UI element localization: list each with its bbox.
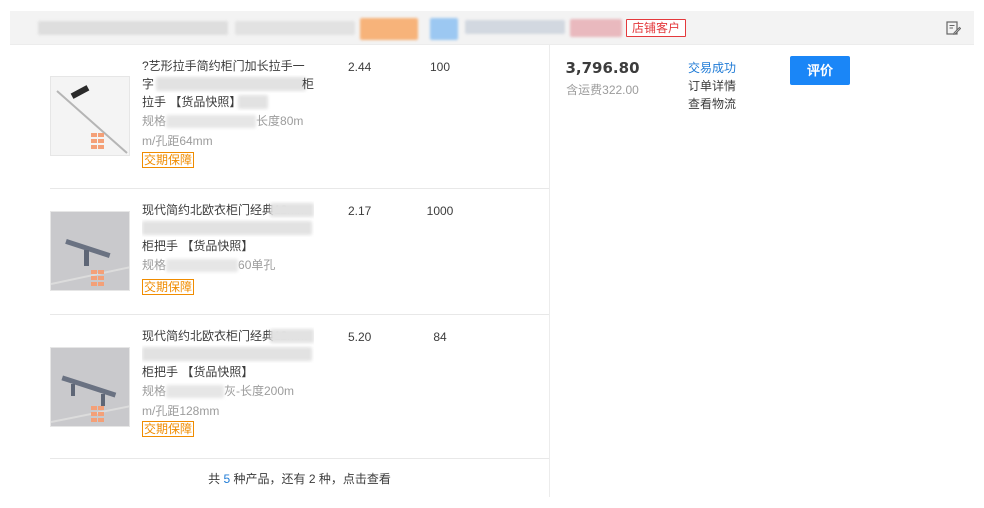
- blurred-shop-name: [570, 19, 622, 37]
- product-image[interactable]: [50, 211, 130, 291]
- blurred-order-info: [360, 18, 418, 40]
- blurred-shop-name: [430, 18, 458, 40]
- delivery-guarantee-badge: 交期保障: [142, 279, 195, 295]
- customer-badge: 店铺客户: [626, 19, 687, 37]
- shipping-fee: 含运费322.00: [566, 83, 639, 97]
- blurred-order-info: [235, 21, 355, 35]
- product-handle-image: [51, 348, 129, 426]
- product-title[interactable]: 现代简约北欧衣柜门经典12mm 柜把手 【货品快照】: [142, 327, 314, 381]
- unit-price: 5.20: [348, 330, 372, 344]
- product-spec: 规格 60单孔: [142, 258, 276, 273]
- quantity: 100: [429, 60, 451, 74]
- view-logistics-link[interactable]: 查看物流: [688, 95, 736, 113]
- blurred-shop-name: [465, 20, 565, 34]
- order-item: ?艺形拉手简约柜门加长拉手一 字柜 拉手 【货品快照】 规格 长度80m m/孔距…: [50, 45, 549, 188]
- product-spec: 规格 灰-长度200m m/孔距128mm: [142, 384, 295, 418]
- blurred-order-info: [38, 21, 228, 35]
- order-body: ?艺形拉手简约柜门加长拉手一 字柜 拉手 【货品快照】 规格 长度80m m/孔距…: [0, 45, 984, 508]
- snapshot-link[interactable]: 【货品快照】: [181, 239, 253, 253]
- order-detail-link[interactable]: 订单详情: [688, 77, 736, 95]
- delivery-guarantee-badge: 交期保障: [142, 421, 195, 437]
- unit-price: 2.17: [348, 204, 372, 218]
- quantity: 84: [433, 330, 447, 344]
- order-header: 店铺客户: [10, 11, 974, 45]
- item-divider: [50, 458, 549, 459]
- product-handle-image: [51, 77, 129, 155]
- snapshot-link[interactable]: 【货品快照】: [169, 95, 241, 109]
- product-image[interactable]: [50, 76, 130, 156]
- rate-button[interactable]: 评价: [790, 56, 850, 85]
- quantity: 1000: [426, 204, 454, 218]
- snapshot-link[interactable]: 【货品快照】: [181, 365, 253, 379]
- order-item: 现代简约北欧衣柜门经典12mm 柜把手 【货品快照】 规格 灰-长度200m m/…: [50, 315, 549, 458]
- order-status: 交易成功 订单详情 查看物流: [688, 59, 736, 113]
- order-item: 现代简约北欧衣柜门经典12mm 柜把手 【货品快照】 规格 60单孔 交期保障 2…: [50, 189, 549, 314]
- more-products-link[interactable]: 共 5 种产品，还有 2 种，点击查看: [50, 470, 549, 487]
- product-title[interactable]: 现代简约北欧衣柜门经典12mm 柜把手 【货品快照】: [142, 201, 314, 255]
- unit-price: 2.44: [348, 60, 372, 74]
- status-success: 交易成功: [688, 61, 737, 75]
- total-amount: 3,796.80: [565, 59, 640, 77]
- order-total: 3,796.80 含运费322.00: [555, 59, 650, 98]
- product-spec: 规格 长度80m m/孔距64mm: [142, 114, 304, 148]
- note-edit-icon[interactable]: [945, 20, 961, 36]
- delivery-guarantee-badge: 交期保障: [142, 152, 195, 168]
- product-handle-image: [51, 212, 129, 290]
- product-image[interactable]: [50, 347, 130, 427]
- product-title[interactable]: ?艺形拉手简约柜门加长拉手一 字柜 拉手 【货品快照】: [142, 57, 314, 111]
- column-divider: [549, 45, 550, 497]
